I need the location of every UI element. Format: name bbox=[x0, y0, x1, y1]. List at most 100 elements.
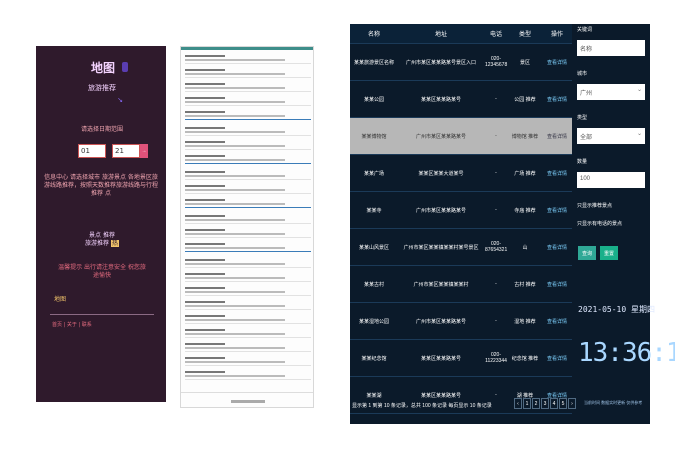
screenshot-canvas: 地图 旅游推荐 ↘ 请选择日期范围 01 21 → 信息中心 请选择城市 旅游景… bbox=[0, 0, 675, 450]
document-pager[interactable] bbox=[231, 400, 265, 403]
cell-address: 广州市某区某某镇某某村某号景区 bbox=[403, 244, 479, 251]
table-row[interactable]: 某某山风景区 广州市某区某某镇某某村某号景区 020-87654321 山 查看详情 bbox=[350, 229, 572, 266]
cell-action[interactable]: 查看详情 bbox=[542, 355, 572, 362]
page-next-button[interactable]: › bbox=[568, 398, 576, 409]
page-5-button[interactable]: 5 bbox=[559, 398, 567, 409]
cell-action[interactable]: 查看详情 bbox=[542, 133, 572, 140]
filter-panel: 关键词 名称 城市 广州 类型 全部 数量 100 只显示推荐景点 只显示有电话… bbox=[576, 24, 648, 288]
list-item[interactable] bbox=[185, 111, 311, 123]
list-item[interactable] bbox=[185, 127, 311, 139]
list-item[interactable] bbox=[185, 171, 311, 183]
filter-label-count: 数量 bbox=[577, 159, 588, 165]
document-top-bar bbox=[181, 47, 313, 50]
page-3-button[interactable]: 3 bbox=[541, 398, 549, 409]
cell-type: 寺庙 推荐 bbox=[514, 207, 536, 214]
cell-action[interactable]: 查看详情 bbox=[542, 244, 572, 251]
recommend-section: 景点 推荐 旅游推荐 热 bbox=[70, 232, 134, 248]
count-input[interactable]: 100 bbox=[577, 172, 645, 188]
cell-action[interactable]: 查看详情 bbox=[542, 170, 572, 177]
list-item[interactable] bbox=[185, 141, 311, 153]
cell-phone: 020-12345678 bbox=[485, 56, 508, 68]
col-header-name[interactable]: 名称 bbox=[350, 29, 398, 38]
filter-label-keyword: 关键词 bbox=[577, 27, 593, 33]
list-item[interactable] bbox=[185, 215, 311, 227]
clock-time: 13:36:16 bbox=[578, 338, 675, 368]
table-header: 名称 地址 电话 类型 操作 bbox=[350, 24, 572, 44]
list-item[interactable] bbox=[185, 97, 311, 109]
list-item[interactable] bbox=[185, 315, 311, 327]
list-item[interactable] bbox=[185, 371, 311, 383]
list-item[interactable] bbox=[185, 329, 311, 341]
cell-type: 山 bbox=[522, 244, 528, 251]
pagination: ‹ 1 2 3 4 5 › bbox=[514, 398, 576, 409]
info-text: 信息中心 请选择城市 旅游景点 各地景区旅游线路推荐，按照天数推荐旅游线路与行程… bbox=[42, 174, 160, 198]
cell-action[interactable]: 查看详情 bbox=[542, 96, 572, 103]
footer-title: 地图 bbox=[54, 296, 67, 303]
brand-title: 地图 bbox=[90, 61, 115, 75]
hot-badge: 热 bbox=[110, 240, 119, 248]
date-to-input[interactable]: 21 bbox=[112, 144, 140, 158]
cell-name: 某某山风景区 bbox=[358, 244, 389, 251]
cell-address: 某某区某某大道某号 bbox=[418, 170, 464, 177]
go-button[interactable]: → bbox=[140, 144, 148, 158]
cell-action[interactable]: 查看详情 bbox=[542, 59, 572, 66]
cell-action[interactable]: 查看详情 bbox=[542, 281, 572, 288]
footer-links[interactable]: 首页 | 关于 | 联系 bbox=[52, 322, 92, 329]
clock-widget: 2021-05-10 星期四 13:36:16 当前时间 数据实时更新 仅供参考 bbox=[576, 294, 675, 414]
cell-address: 广州市某区某某路某号 bbox=[415, 318, 466, 325]
list-item[interactable] bbox=[185, 287, 311, 299]
reset-button[interactable]: 重置 bbox=[600, 246, 618, 260]
cell-address: 某某区某某路某号 bbox=[420, 355, 461, 362]
cell-phone: 020-87654321 bbox=[485, 241, 508, 253]
search-button[interactable]: 查询 bbox=[578, 246, 596, 260]
list-item[interactable] bbox=[185, 199, 311, 211]
list-item[interactable] bbox=[185, 301, 311, 313]
list-item[interactable] bbox=[185, 155, 311, 167]
col-header-phone[interactable]: 电话 bbox=[484, 29, 508, 38]
list-item[interactable] bbox=[185, 273, 311, 285]
cell-name: 某某公园 bbox=[363, 96, 384, 103]
has-phone-option[interactable]: 只显示有电话的景点 bbox=[577, 220, 622, 227]
list-item[interactable] bbox=[185, 83, 311, 95]
recommend-line2: 旅游推荐 热 bbox=[70, 240, 134, 248]
cell-phone: - bbox=[495, 281, 497, 287]
col-header-type[interactable]: 类型 bbox=[508, 29, 542, 38]
recommended-only-option[interactable]: 只显示推荐景点 bbox=[577, 202, 612, 209]
keyword-input[interactable]: 名称 bbox=[577, 40, 645, 56]
page-1-button[interactable]: 1 bbox=[523, 398, 531, 409]
list-item[interactable] bbox=[185, 55, 311, 67]
date-from-input[interactable]: 01 bbox=[78, 144, 106, 158]
cell-phone: - bbox=[495, 96, 497, 102]
cell-phone: - bbox=[495, 318, 497, 324]
table-row[interactable]: 某某博物馆 广州市某区某某路某号 - 博物馆 推荐 查看详情 bbox=[350, 118, 572, 155]
list-item[interactable] bbox=[185, 343, 311, 355]
table-row[interactable]: 某某旅游景区名称 广州市某区某某路某号景区入口 020-12345678 景区 查看详情 bbox=[350, 44, 572, 81]
left-app-panel: 地图 旅游推荐 ↘ 请选择日期范围 01 21 → 信息中心 请选择城市 旅游景… bbox=[36, 46, 166, 402]
table-row[interactable]: 某某寺 广州市某区某某路某号 - 寺庙 推荐 查看详情 bbox=[350, 192, 572, 229]
list-item[interactable] bbox=[185, 69, 311, 81]
table-row[interactable]: 某某广场 某某区某某大道某号 - 广场 推荐 查看详情 bbox=[350, 155, 572, 192]
data-table: 名称 地址 电话 类型 操作 某某旅游景区名称 广州市某区某某路某号景区入口 020… bbox=[350, 24, 572, 414]
cell-type: 纪念馆 推荐 bbox=[511, 355, 539, 362]
list-item[interactable] bbox=[185, 185, 311, 197]
list-item[interactable] bbox=[185, 229, 311, 241]
col-header-address[interactable]: 地址 bbox=[398, 29, 484, 38]
table-summary: 显示第 1 到第 10 条记录，总共 100 条记录 每页显示 10 条记录 bbox=[352, 403, 492, 409]
table-row[interactable]: 某某公园 某某区某某路某号 - 公园 推荐 查看详情 bbox=[350, 81, 572, 118]
page-2-button[interactable]: 2 bbox=[532, 398, 540, 409]
list-item[interactable] bbox=[185, 243, 311, 255]
cell-phone: - bbox=[495, 133, 497, 139]
table-row[interactable]: 某某古村 广州市某区某某镇某某村 - 古村 推荐 查看详情 bbox=[350, 266, 572, 303]
page-prev-button[interactable]: ‹ bbox=[514, 398, 522, 409]
page-4-button[interactable]: 4 bbox=[550, 398, 558, 409]
cell-action[interactable]: 查看详情 bbox=[542, 207, 572, 214]
list-item[interactable] bbox=[185, 259, 311, 271]
table-row[interactable]: 某某纪念馆 某某区某某路某号 020-11223344 纪念馆 推荐 查看详情 bbox=[350, 340, 572, 377]
list-item[interactable] bbox=[185, 357, 311, 369]
table-row[interactable]: 某某湿地公园 广州市某区某某路某号 - 湿地 推荐 查看详情 bbox=[350, 303, 572, 340]
type-select[interactable]: 全部 bbox=[577, 128, 645, 144]
cell-address: 广州市某区某某镇某某村 bbox=[413, 281, 469, 288]
cell-name: 某某古村 bbox=[363, 281, 384, 288]
cell-action[interactable]: 查看详情 bbox=[542, 318, 572, 325]
city-select[interactable]: 广州 bbox=[577, 84, 645, 100]
